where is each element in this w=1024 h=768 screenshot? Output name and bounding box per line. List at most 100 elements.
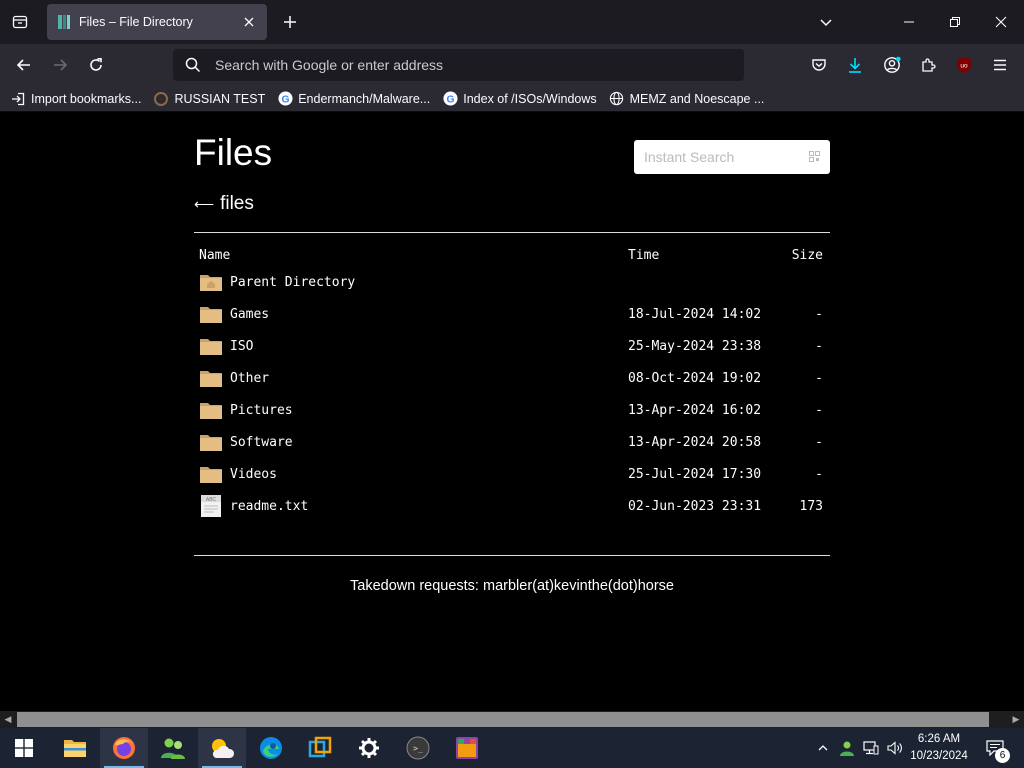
edge-icon[interactable] [247,728,295,768]
file-size: - [815,370,823,386]
file-name[interactable]: Pictures [230,403,293,418]
terminal-icon[interactable]: >_ [394,728,442,768]
account-icon[interactable] [879,52,905,78]
book-favicon-icon [58,15,70,29]
breadcrumb-label: files [220,193,254,214]
table-row[interactable]: ISO 25-May-2024 23:38 - [194,330,830,362]
file-listing: Name Time Size Parent Directory Games 18… [194,244,830,522]
chevron-up-icon[interactable] [814,728,832,768]
google-icon: G [442,91,458,107]
bookmark-index-of-isos[interactable]: G Index of /ISOs/Windows [442,91,597,107]
bookmarks-toolbar: Import bookmarks... RUSSIAN TEST G Ender… [0,86,1024,112]
scroll-left-icon[interactable]: ◀ [3,714,13,724]
address-bar[interactable] [173,49,744,81]
network-icon[interactable] [860,728,882,768]
folder-icon [200,307,222,323]
download-icon[interactable] [842,52,868,78]
restore-icon[interactable] [932,6,978,38]
volume-icon[interactable] [884,728,906,768]
tab-title: Files – File Directory [79,15,193,29]
windows-taskbar: >_ 6:26 AM 10/23/2024 6 [0,728,1024,768]
page-title: Files [194,132,273,173]
notification-center-icon[interactable]: 6 [980,728,1010,768]
file-time: 18-Jul-2024 14:02 [628,306,762,322]
import-icon [10,91,26,107]
instant-search-input[interactable] [644,149,794,165]
notification-count-badge: 6 [995,748,1010,763]
file-size: - [815,402,823,418]
svg-text:G: G [281,94,289,105]
bookmark-memz[interactable]: MEMZ and Noescape ... [609,91,764,107]
settings-icon[interactable] [345,728,393,768]
site-icon [153,91,169,107]
table-row[interactable]: Games 18-Jul-2024 14:02 - [194,298,830,330]
file-name[interactable]: Parent Directory [230,275,355,290]
folder-icon [200,403,222,419]
table-row[interactable]: Videos 25-Jul-2024 17:30 - [194,458,830,490]
instant-search-box[interactable] [634,140,830,174]
minimize-icon[interactable] [886,6,932,38]
file-size: 173 [799,498,823,514]
user-tray-icon[interactable] [836,728,858,768]
column-size[interactable]: Size [792,244,823,266]
virtual-machine-icon[interactable] [296,728,344,768]
hamburger-menu-icon[interactable] [987,52,1013,78]
table-row[interactable]: Parent Directory [194,266,830,298]
close-window-icon[interactable] [978,6,1024,38]
table-row[interactable]: ABC readme.txt 02-Jun-2023 23:31 173 [194,490,830,522]
file-explorer-icon[interactable] [51,728,99,768]
scrollbar-thumb[interactable] [17,712,989,727]
file-name[interactable]: Software [230,435,293,450]
file-time: 25-May-2024 23:38 [628,338,762,354]
forward-arrow-icon[interactable] [47,52,73,78]
chevron-down-icon[interactable] [814,10,838,34]
table-row[interactable]: Software 13-Apr-2024 20:58 - [194,426,830,458]
bookmark-endermanch-malware[interactable]: G Endermanch/Malware... [277,91,430,107]
clock-time: 6:26 AM [917,733,961,745]
file-name[interactable]: readme.txt [230,499,308,514]
horizontal-scrollbar[interactable]: ◀ ▶ [0,711,1024,728]
reload-icon[interactable] [83,52,109,78]
file-size: - [815,434,823,450]
ublock-origin-icon[interactable]: uo [951,52,977,78]
url-input[interactable] [215,57,715,73]
new-tab-icon[interactable] [278,10,302,34]
file-name[interactable]: Games [230,307,269,322]
pocket-icon[interactable] [806,52,832,78]
people-icon[interactable] [149,728,197,768]
column-time[interactable]: Time [628,244,659,266]
bookmark-import[interactable]: Import bookmarks... [10,91,141,107]
column-name[interactable]: Name [199,244,230,266]
google-icon: G [277,91,293,107]
file-size: - [815,466,823,482]
table-row[interactable]: Other 08-Oct-2024 19:02 - [194,362,830,394]
file-name[interactable]: Other [230,371,269,386]
file-time: 02-Jun-2023 23:31 [628,498,762,514]
system-clock[interactable]: 6:26 AM 10/23/2024 [904,731,974,765]
scroll-right-icon[interactable]: ▶ [1011,714,1021,724]
media-app-icon[interactable] [443,728,491,768]
file-name[interactable]: ISO [230,339,253,354]
start-button[interactable] [0,728,48,768]
back-arrow-icon[interactable] [11,52,37,78]
file-time: 08-Oct-2024 19:02 [628,370,762,386]
folder-icon [200,371,222,387]
firefox-icon[interactable] [100,728,148,768]
tab-bar: Files – File Directory [0,0,1024,44]
breadcrumb[interactable]: ⟵ files [194,193,254,215]
svg-text:>_: >_ [413,744,423,753]
extensions-icon[interactable] [915,52,941,78]
tab-files[interactable]: Files – File Directory [47,4,267,40]
file-size: - [815,338,823,354]
page-content: Files ⟵ files Name Time Size Parent Dire… [0,113,1024,711]
file-size: - [815,306,823,322]
folder-icon [200,467,222,483]
table-row[interactable]: Pictures 13-Apr-2024 16:02 - [194,394,830,426]
weather-icon[interactable] [198,728,246,768]
navigation-bar: uo [0,44,1024,86]
tab-list-icon[interactable] [8,10,32,34]
bookmark-russian-test[interactable]: RUSSIAN TEST [153,91,265,107]
close-tab-icon[interactable] [241,14,257,30]
globe-icon [609,91,625,107]
file-name[interactable]: Videos [230,467,277,482]
